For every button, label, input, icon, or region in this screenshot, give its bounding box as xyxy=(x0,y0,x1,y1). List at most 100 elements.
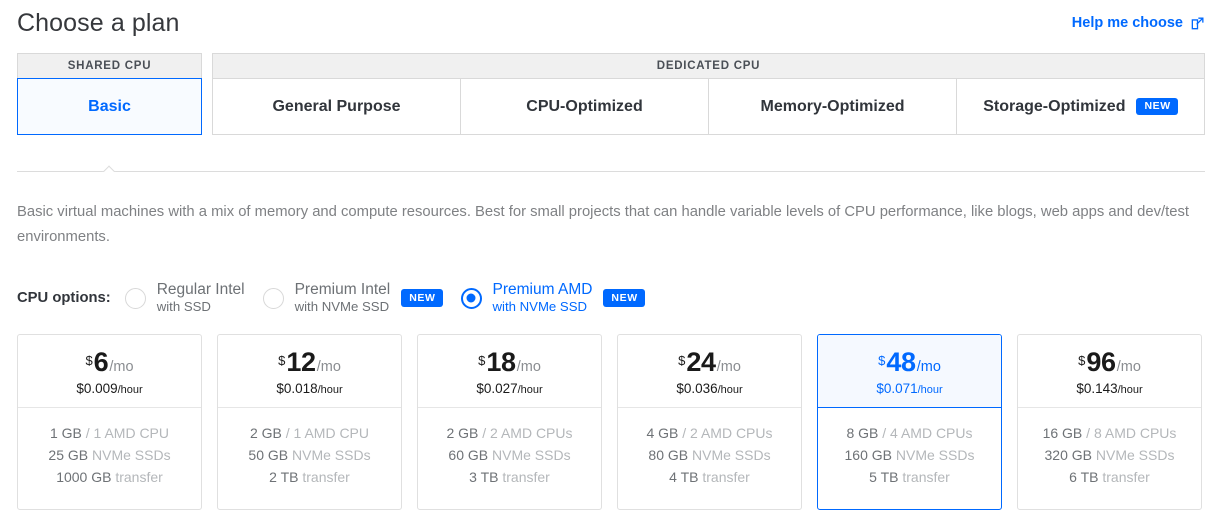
plan-card-specs: 2 GB / 2 AMD CPUs 60 GB NVMe SSDs 3 TB t… xyxy=(418,408,601,509)
plan-card-specs: 2 GB / 1 AMD CPU 50 GB NVMe SSDs 2 TB tr… xyxy=(218,408,401,509)
cpu-option-regular-intel[interactable]: Regular Intel with SSD xyxy=(124,281,245,315)
divider-line xyxy=(17,171,1205,172)
plan-spec-transfer: 6 TB transfer xyxy=(1069,469,1150,485)
plan-spec-disk-label: NVMe SSDs xyxy=(292,447,371,463)
plan-spec-transfer-label: transfer xyxy=(902,469,950,485)
cpu-option-premium-intel[interactable]: Premium Intel with NVMe SSD NEW xyxy=(262,281,443,315)
plan-spec-transfer-label: transfer xyxy=(702,469,750,485)
plan-card[interactable]: $ 24 /mo $0.036/hour 4 GB / 2 AMD CPUs 8… xyxy=(617,334,802,510)
tab-group-shared-cpu: SHARED CPU Basic xyxy=(17,53,202,135)
cpu-option-premium-amd-subtitle: with NVMe SSD xyxy=(492,299,588,314)
plan-price-currency: $ xyxy=(878,352,886,368)
plan-price-hourly-value: $0.009 xyxy=(76,380,118,396)
plan-card[interactable]: $ 6 /mo $0.009/hour 1 GB / 1 AMD CPU 25 … xyxy=(17,334,202,510)
tab-memory-optimized[interactable]: Memory-Optimized xyxy=(709,78,957,135)
plan-price-amount: 24 xyxy=(686,346,716,377)
plan-price-hourly-unit: /hour xyxy=(917,383,943,396)
plan-spec-disk: 80 GB NVMe SSDs xyxy=(648,447,770,463)
plan-price-currency: $ xyxy=(1078,352,1086,368)
plan-price-amount: 18 xyxy=(486,346,516,377)
plan-spec-transfer-label: transfer xyxy=(302,469,350,485)
plan-spec-disk: 160 GB NVMe SSDs xyxy=(845,447,975,463)
plan-spec-transfer-value: 4 TB xyxy=(669,469,699,485)
cpu-option-premium-amd-new-badge: NEW xyxy=(603,288,645,308)
tab-general-purpose-label: General Purpose xyxy=(272,97,401,115)
plan-spec-memory-cpu: 4 GB / 2 AMD CPUs xyxy=(646,425,772,441)
plan-spec-memory-cpu: 16 GB / 8 AMD CPUs xyxy=(1043,425,1177,441)
plan-spec-cpu: / 4 AMD CPUs xyxy=(882,425,973,441)
plan-spec-cpu: / 1 AMD CPU xyxy=(285,425,370,441)
plan-spec-disk-value: 160 GB xyxy=(844,447,892,463)
plan-card-price-section: $ 48 /mo $0.071/hour xyxy=(818,335,1001,408)
plan-card-specs: 8 GB / 4 AMD CPUs 160 GB NVMe SSDs 5 TB … xyxy=(818,408,1001,509)
plan-spec-memory-cpu: 2 GB / 1 AMD CPU xyxy=(250,425,369,441)
radio-unchecked-icon xyxy=(124,287,146,309)
plan-spec-transfer: 2 TB transfer xyxy=(269,469,350,485)
tab-general-purpose[interactable]: General Purpose xyxy=(212,78,461,135)
plan-price-period: /mo xyxy=(109,358,134,375)
radio-unchecked-icon xyxy=(262,287,284,309)
plan-card-specs: 16 GB / 8 AMD CPUs 320 GB NVMe SSDs 6 TB… xyxy=(1018,408,1201,509)
plan-spec-memory: 16 GB xyxy=(1042,425,1083,441)
plan-card-selected[interactable]: $ 48 /mo $0.071/hour 8 GB / 4 AMD CPUs 1… xyxy=(817,334,1002,510)
plan-spec-transfer: 4 TB transfer xyxy=(669,469,750,485)
plan-spec-disk-value: 320 GB xyxy=(1044,447,1092,463)
plan-price-hourly-unit: /hour xyxy=(517,383,543,396)
tab-basic[interactable]: Basic xyxy=(17,78,202,135)
plan-card[interactable]: $ 12 /mo $0.018/hour 2 GB / 1 AMD CPU 50… xyxy=(217,334,402,510)
plan-category-tabs: SHARED CPU Basic DEDICATED CPU General P… xyxy=(17,53,1205,135)
tab-group-dedicated-cpu: DEDICATED CPU General Purpose CPU-Optimi… xyxy=(212,53,1205,135)
plan-spec-memory: 2 GB xyxy=(249,425,282,441)
tab-cpu-optimized[interactable]: CPU-Optimized xyxy=(461,78,709,135)
plan-card-specs: 1 GB / 1 AMD CPU 25 GB NVMe SSDs 1000 GB… xyxy=(18,408,201,509)
plan-price-hourly: $0.027/hour xyxy=(476,380,543,396)
tab-storage-optimized-label: Storage-Optimized xyxy=(983,97,1126,115)
plan-price-hourly-unit: /hour xyxy=(317,383,343,396)
plan-spec-disk-value: 50 GB xyxy=(248,447,289,463)
tab-group-dedicated-cpu-header: DEDICATED CPU xyxy=(212,53,1205,78)
plan-spec-cpu: / 1 AMD CPU xyxy=(85,425,170,441)
tab-cpu-optimized-label: CPU-Optimized xyxy=(526,97,643,115)
plan-price-hourly-unit: /hour xyxy=(1117,383,1143,396)
plan-spec-disk-value: 60 GB xyxy=(448,447,489,463)
plan-price-hourly: $0.071/hour xyxy=(876,380,943,396)
plan-spec-memory: 4 GB xyxy=(646,425,679,441)
plan-card[interactable]: $ 18 /mo $0.027/hour 2 GB / 2 AMD CPUs 6… xyxy=(417,334,602,510)
section-divider xyxy=(17,165,1205,177)
plan-price-hourly-value: $0.027 xyxy=(476,380,518,396)
plan-price-hourly-value: $0.143 xyxy=(1076,380,1118,396)
plan-price-currency: $ xyxy=(478,352,486,368)
plan-card-price-section: $ 18 /mo $0.027/hour xyxy=(418,335,601,408)
plan-card-price-section: $ 24 /mo $0.036/hour xyxy=(618,335,801,408)
plan-card[interactable]: $ 96 /mo $0.143/hour 16 GB / 8 AMD CPUs … xyxy=(1017,334,1202,510)
external-link-icon xyxy=(1190,16,1205,31)
plan-price-currency: $ xyxy=(85,352,93,368)
help-me-choose-link[interactable]: Help me choose xyxy=(1072,15,1205,31)
plan-card-specs: 4 GB / 2 AMD CPUs 80 GB NVMe SSDs 4 TB t… xyxy=(618,408,801,509)
plan-price-currency: $ xyxy=(278,352,286,368)
plan-spec-disk-label: NVMe SSDs xyxy=(492,447,571,463)
tab-storage-optimized[interactable]: Storage-Optimized NEW xyxy=(957,78,1205,135)
plan-spec-memory-cpu: 2 GB / 2 AMD CPUs xyxy=(446,425,572,441)
tab-group-shared-cpu-header: SHARED CPU xyxy=(17,53,202,78)
plan-spec-memory: 2 GB xyxy=(446,425,479,441)
plan-price-amount: 96 xyxy=(1086,346,1116,377)
plan-spec-disk: 50 GB NVMe SSDs xyxy=(248,447,370,463)
plan-spec-disk-label: NVMe SSDs xyxy=(895,447,975,463)
cpu-option-premium-amd[interactable]: Premium AMD with NVMe SSD NEW xyxy=(460,281,645,315)
plan-cards-row: $ 6 /mo $0.009/hour 1 GB / 1 AMD CPU 25 … xyxy=(17,334,1205,510)
plan-spec-disk-value: 80 GB xyxy=(648,447,689,463)
selected-tab-caret-icon xyxy=(101,165,117,172)
tab-basic-label: Basic xyxy=(88,97,131,115)
cpu-option-premium-intel-new-badge: NEW xyxy=(401,288,443,308)
cpu-option-regular-intel-title: Regular Intel xyxy=(156,281,245,298)
plan-spec-transfer-value: 5 TB xyxy=(869,469,899,485)
plan-spec-disk: 320 GB NVMe SSDs xyxy=(1045,447,1175,463)
plan-card-price-section: $ 12 /mo $0.018/hour xyxy=(218,335,401,408)
plan-price-period: /mo xyxy=(716,358,741,375)
plan-price-hourly-value: $0.071 xyxy=(876,380,918,396)
plan-spec-transfer: 1000 GB transfer xyxy=(56,469,163,485)
plan-spec-transfer: 5 TB transfer xyxy=(869,469,950,485)
plan-spec-transfer-value: 2 TB xyxy=(269,469,299,485)
plan-spec-disk-label: NVMe SSDs xyxy=(692,447,771,463)
